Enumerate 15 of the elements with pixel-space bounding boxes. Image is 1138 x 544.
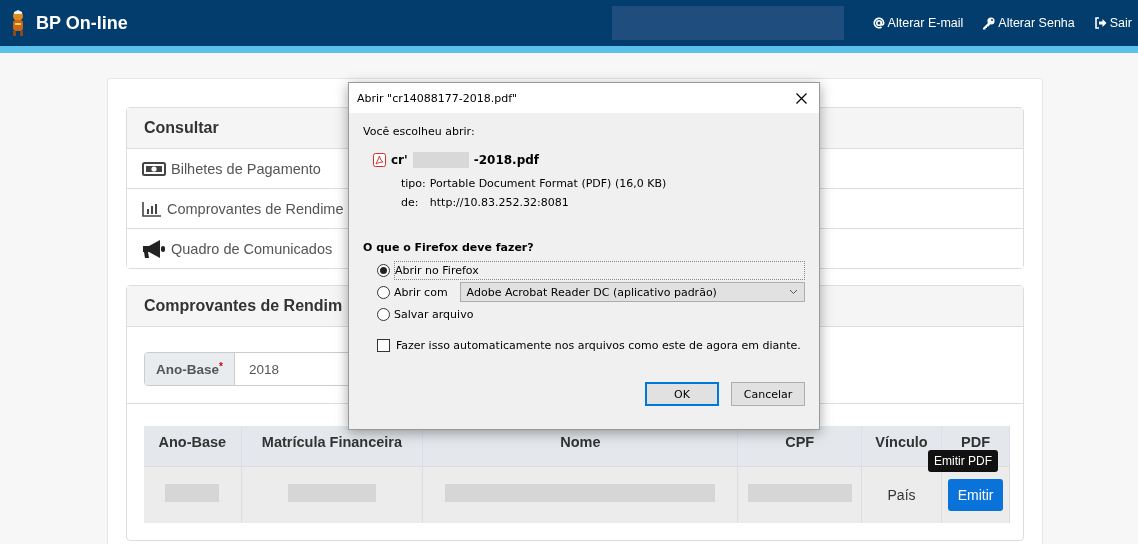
app-title: BP On-line — [36, 12, 128, 34]
dialog-text: Você escolheu abrir: — [363, 125, 476, 138]
field-value: Portable Document Format (PDF) (16,0 KB) — [429, 177, 667, 190]
column-header: Matrícula Financeira — [241, 426, 423, 466]
field-value: http://10.83.252.32:8081 — [429, 196, 570, 209]
question-text: O que o Firefox deve fazer? — [363, 241, 535, 254]
file-name: cr' — [391, 153, 408, 167]
field-label: tipo: — [401, 177, 426, 190]
column-header: CPF — [737, 426, 862, 466]
tooltip: Emitir PDF — [928, 450, 998, 472]
column-header: Ano-Base — [144, 426, 242, 466]
table-cell: País — [887, 486, 916, 503]
dialog-title: Abrir "cr14088177-2018.pdf" — [357, 91, 518, 105]
field-label: de: — [401, 196, 420, 209]
file-name: -2018.pdf — [473, 153, 540, 167]
